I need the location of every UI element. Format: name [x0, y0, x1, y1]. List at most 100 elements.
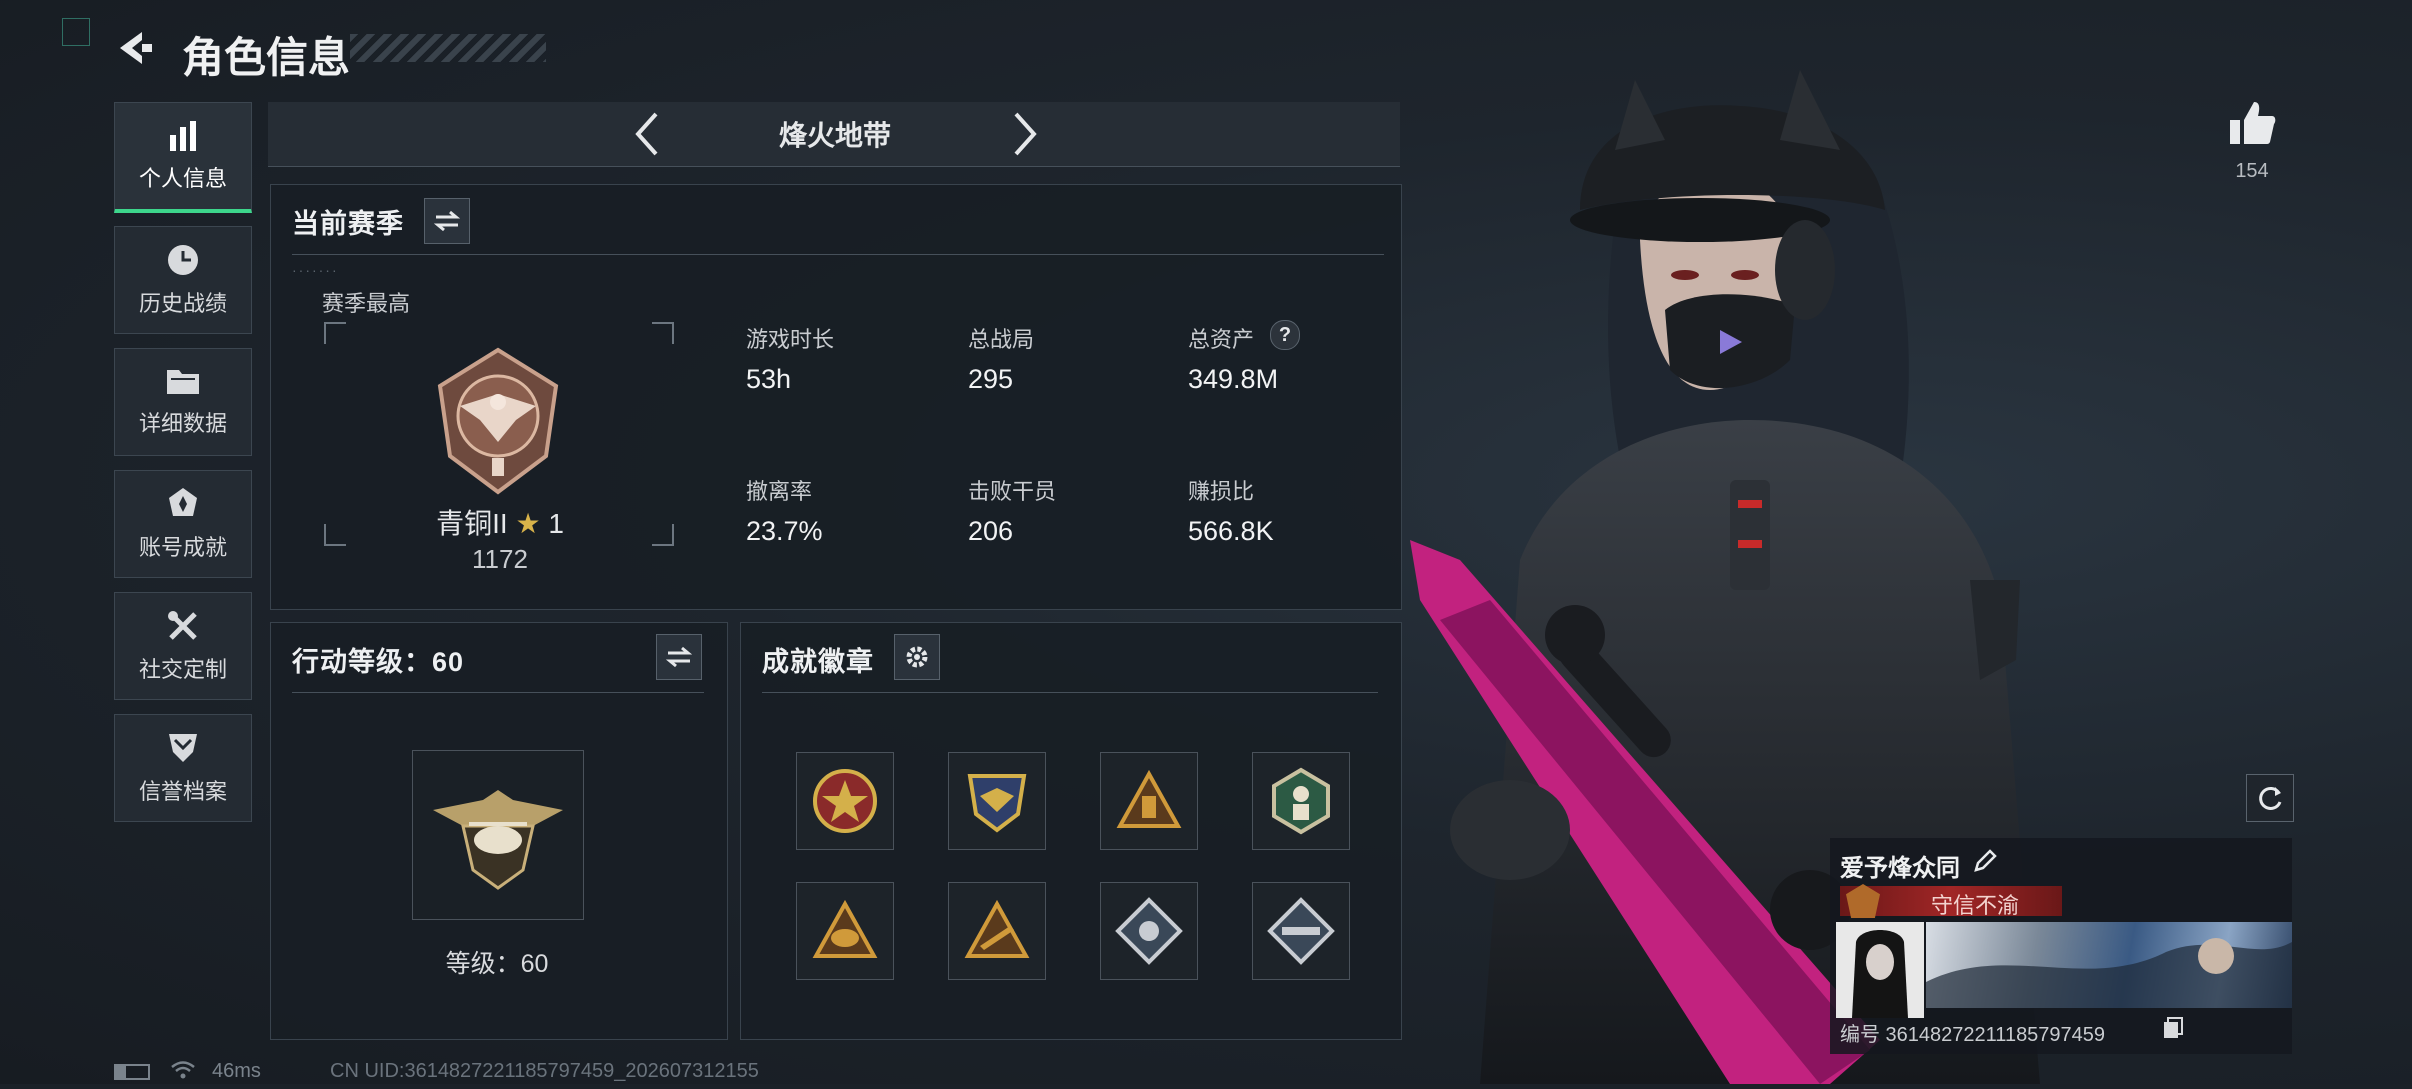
- sidebar-item-label: 详细数据: [138, 411, 227, 436]
- back-arrow-icon: [120, 32, 152, 64]
- chevron-right-icon: [1014, 112, 1037, 156]
- season-divider: [292, 254, 1384, 255]
- reputation-text: 守信不渝: [1930, 893, 2019, 918]
- bar-chart-icon: [170, 121, 196, 151]
- stat-value-extraction-rate: 23.7%: [746, 516, 823, 546]
- stat-label-profit-ratio: 赚损比: [1188, 479, 1255, 504]
- sidebar-item-history[interactable]: 历史战绩: [114, 226, 252, 334]
- achievement-badge[interactable]: [1100, 882, 1198, 980]
- history-clock-icon: [168, 245, 198, 275]
- achievement-icon: [169, 488, 197, 516]
- achievements-title: 成就徽章: [762, 647, 874, 677]
- sidebar-item-personal-info[interactable]: 个人信息: [114, 102, 252, 213]
- avatar[interactable]: [1836, 922, 1924, 1018]
- gear-icon: [906, 646, 928, 668]
- achievements-divider: [762, 692, 1378, 693]
- achievement-badge[interactable]: [1252, 882, 1350, 980]
- rank-name-row: 青铜II ★ 1: [420, 502, 580, 542]
- diamond-gear-badge-icon: [1115, 897, 1183, 965]
- triangle-weapon-badge-icon: [964, 899, 1030, 958]
- mode-prev-button[interactable]: [628, 110, 668, 158]
- action-level-title: 行动等级：60: [292, 647, 465, 677]
- achievement-badge[interactable]: [1100, 752, 1198, 850]
- helicopter-level-icon: [433, 790, 563, 890]
- diamond-weapon-badge-icon: [1267, 897, 1335, 965]
- title-decoration: [350, 34, 546, 62]
- rotate-model-button[interactable]: [2246, 774, 2294, 822]
- stat-label-kills: 击败干员: [968, 479, 1057, 504]
- stat-value-playtime: 53h: [746, 364, 792, 394]
- stat-label-playtime: 游戏时长: [746, 327, 835, 352]
- player-id: 编号 3614827221118579745​9: [1840, 1024, 2106, 1046]
- frame-corner: [324, 524, 346, 546]
- sidebar-item-label: 信誉档案: [138, 779, 227, 804]
- tools-icon: [168, 611, 197, 640]
- chevron-left-icon: [635, 112, 658, 156]
- frame-corner: [652, 524, 674, 546]
- banner-art-image: [1926, 938, 2292, 1008]
- page-title: 角色信息: [182, 34, 351, 81]
- achievement-badge[interactable]: [1252, 752, 1350, 850]
- star-shield-badge-icon: [813, 769, 877, 833]
- like-count: 154: [2235, 160, 2269, 182]
- help-icon[interactable]: ?: [1270, 320, 1300, 350]
- achievement-badge[interactable]: [796, 882, 894, 980]
- sidebar-item-label: 社交定制: [138, 657, 227, 682]
- achievement-badge[interactable]: [948, 882, 1046, 980]
- sidebar-item-label: 历史战绩: [138, 291, 227, 316]
- frame-corner: [324, 322, 346, 344]
- stat-label-total-assets: 总资产: [1188, 327, 1255, 352]
- folder-icon: [167, 370, 199, 394]
- level-text: 等级：60: [445, 950, 549, 978]
- rank-score: 1172: [472, 544, 528, 574]
- pencil-icon: [1974, 849, 1997, 872]
- profile-name: 爱予烽众同: [1840, 855, 1960, 882]
- name-card-banner: [1926, 922, 2292, 1008]
- stat-value-profit-ratio: 566.8K: [1188, 516, 1274, 546]
- like-button[interactable]: [2226, 98, 2278, 150]
- season-title: 当前赛季: [292, 209, 404, 239]
- wifi-icon: [170, 1060, 196, 1080]
- level-emblem-frame: [412, 750, 584, 920]
- refresh-icon: [2259, 786, 2282, 810]
- season-best-label: 赛季最高: [322, 291, 411, 316]
- copy-id-button[interactable]: [2162, 1016, 2184, 1040]
- triangle-helmet-badge-icon: [812, 899, 878, 958]
- sidebar-item-detailed-data[interactable]: 详细数据: [114, 348, 252, 456]
- shield-chevron-icon: [169, 734, 197, 762]
- rank-emblem: [430, 346, 566, 496]
- stat-value-total-assets: 349.8M: [1188, 364, 1279, 394]
- bronze-eagle-rank-icon: [437, 347, 559, 495]
- sidebar-item-achievements[interactable]: 账号成就: [114, 470, 252, 578]
- achievement-badge[interactable]: [948, 752, 1046, 850]
- mode-label: 烽火地带: [778, 120, 891, 151]
- uid-text: CN UID:3614827221185797459_202607312155: [330, 1060, 759, 1082]
- sidebar-item-label: 个人信息: [138, 166, 227, 191]
- sidebar-item-social[interactable]: 社交定制: [114, 592, 252, 700]
- achievements-settings-button[interactable]: [894, 634, 940, 680]
- frame-corner: [652, 322, 674, 344]
- stat-label-extraction-rate: 撤离率: [746, 479, 813, 504]
- copy-icon: [2164, 1017, 2183, 1038]
- corner-mark: [62, 18, 90, 46]
- sidebar-item-reputation[interactable]: 信誉档案: [114, 714, 252, 822]
- star-icon: ★: [515, 508, 541, 539]
- achievement-badge[interactable]: [796, 752, 894, 850]
- back-button[interactable]: [112, 26, 156, 70]
- rank-stars: 1: [548, 508, 564, 539]
- season-switch-button[interactable]: [424, 198, 470, 244]
- stat-label-total-matches: 总战局: [968, 327, 1035, 352]
- avatar-image: [1852, 930, 1908, 1018]
- eagle-shield-badge-icon: [967, 774, 1027, 833]
- sidebar-item-label: 账号成就: [138, 535, 227, 560]
- action-level-switch-button[interactable]: [656, 634, 702, 680]
- hexagon-soldier-badge-icon: [1272, 767, 1330, 835]
- action-level-divider: [292, 692, 704, 693]
- decor-dots: ·······: [292, 262, 339, 278]
- rank-name: 青铜II: [436, 508, 508, 539]
- stat-value-kills: 206: [968, 516, 1014, 546]
- swap-icon: [434, 210, 460, 232]
- triangle-gear-badge-icon: [1116, 769, 1182, 828]
- edit-name-button[interactable]: [1972, 848, 1998, 874]
- mode-next-button[interactable]: [1004, 110, 1044, 158]
